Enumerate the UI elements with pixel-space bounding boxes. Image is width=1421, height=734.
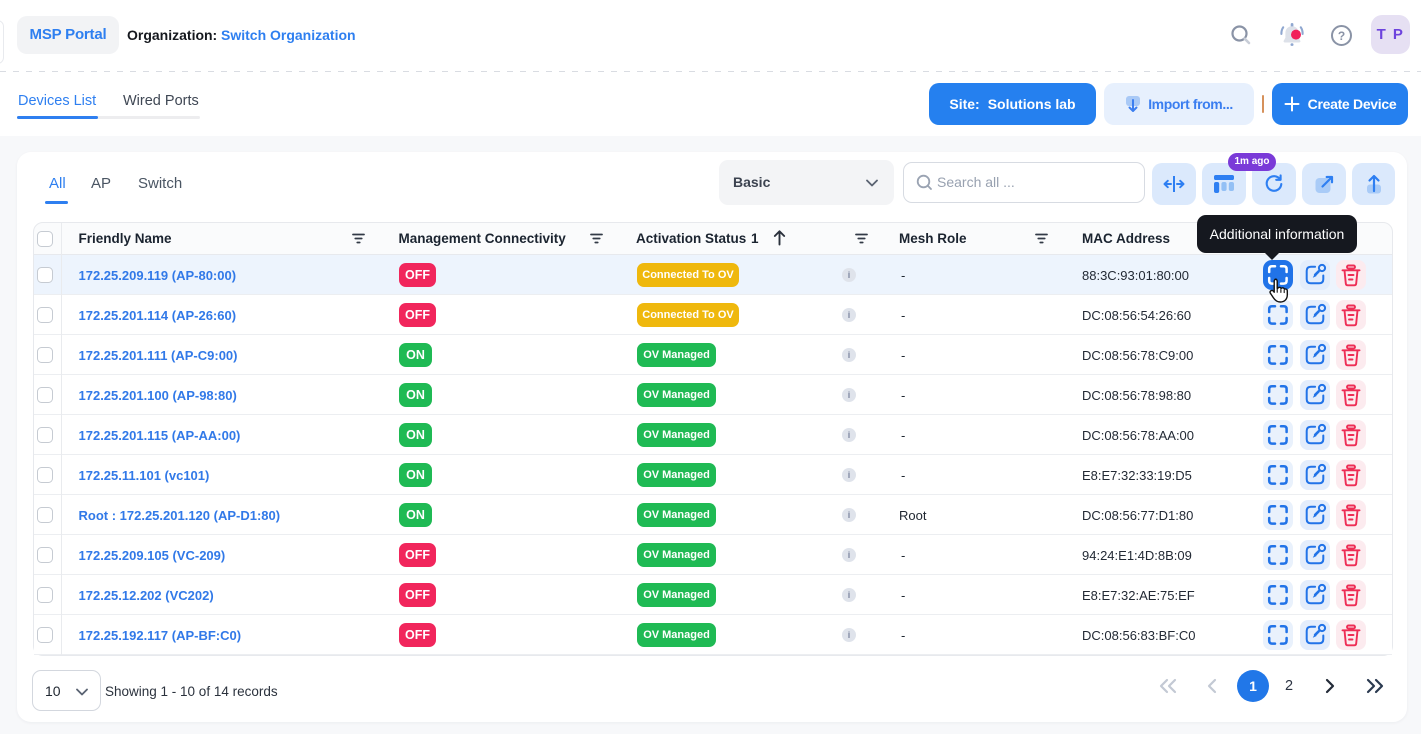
svg-text:?: ? [1338,29,1345,43]
